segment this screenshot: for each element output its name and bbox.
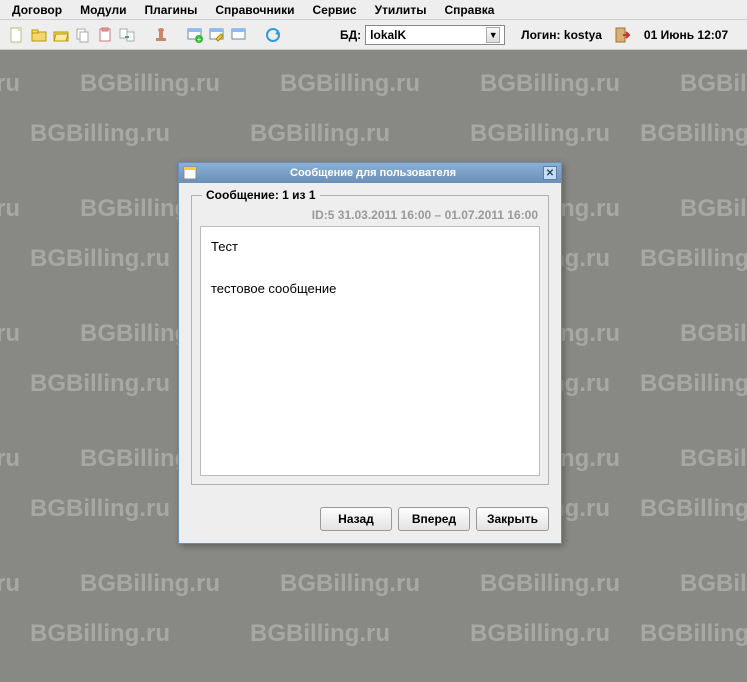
folder-open-icon[interactable] [52,26,70,44]
watermark-text: BGBilling.ru [480,570,620,598]
message-dialog: Сообщение для пользователя ✕ Сообщение: … [178,162,562,544]
new-doc-icon[interactable] [8,26,26,44]
folder-icon[interactable] [30,26,48,44]
watermark-text: BGBilling.ru [680,570,747,598]
login-label: Логин: kostya [521,28,602,42]
watermark-text: BGBilling.ru [250,120,390,148]
dropdown-arrow-icon: ▼ [486,27,500,43]
watermark-text: BGBilling.ru [470,620,610,648]
db-select-value: lokalK [370,28,406,42]
watermark-text: BGBilling.ru [30,620,170,648]
watermark-text: BGBilling.ru [0,445,20,473]
menu-directories[interactable]: Справочники [207,1,302,19]
back-button[interactable]: Назад [320,507,392,531]
watermark-text: BGBilling.ru [0,320,20,348]
watermark-text: BGBilling.ru [480,70,620,98]
refresh-icon[interactable] [264,26,282,44]
copy-icon[interactable] [74,26,92,44]
watermark-text: BGBilling.ru [680,445,747,473]
watermark-text: BGBilling.ru [640,495,747,523]
dialog-titlebar[interactable]: Сообщение для пользователя ✕ [179,163,561,183]
message-fieldset: Сообщение: 1 из 1 ID:5 31.03.2011 16:00 … [191,195,549,485]
watermark-text: BGBilling.ru [640,620,747,648]
watermark-text: BGBilling.ru [30,370,170,398]
dialog-button-row: Назад Вперед Закрыть [179,497,561,543]
toolbar: + БД: lokalK ▼ Логин: kostya 01 Июнь 12:… [0,20,747,50]
window-icon[interactable] [230,26,248,44]
workspace: BGBilling.ru BGBilling.ru BGBilling.ru BGBi… [0,50,747,682]
watermark-text: BGBilling.ru [0,570,20,598]
dialog-title: Сообщение для пользователя [203,167,543,179]
watermark-text: BGBilling.ru [470,120,610,148]
watermark-text: BGBilling.ru [0,70,20,98]
watermark-text: BGBilling.ru [680,70,747,98]
transfer-icon[interactable] [118,26,136,44]
watermark-text: BGBilling.ru [0,195,20,223]
exit-icon[interactable] [614,26,632,44]
watermark-text: BGBilling.ru [250,620,390,648]
message-subject: Тест [211,237,529,258]
dialog-close-icon[interactable]: ✕ [543,166,557,180]
watermark-text: BGBilling.ru [80,570,220,598]
menu-plugins[interactable]: Плагины [137,1,206,19]
menubar: Договор Модули Плагины Справочники Серви… [0,0,747,20]
watermark-text: BGBilling.ru [30,245,170,273]
watermark-text: BGBilling.ru [640,120,747,148]
menu-modules[interactable]: Модули [72,1,134,19]
window-edit-icon[interactable] [208,26,226,44]
menu-utilities[interactable]: Утилиты [367,1,435,19]
watermark-text: BGBilling.ru [280,570,420,598]
db-label: БД: [340,28,361,42]
menu-help[interactable]: Справка [436,1,502,19]
dialog-app-icon [183,166,197,180]
message-content: Тест тестовое сообщение [200,226,540,476]
message-counter: Сообщение: 1 из 1 [202,188,320,202]
watermark-text: BGBilling.ru [640,245,747,273]
close-button[interactable]: Закрыть [476,507,549,531]
watermark-text: BGBilling.ru [30,120,170,148]
window-add-icon[interactable]: + [186,26,204,44]
watermark-text: BGBilling.ru [680,195,747,223]
watermark-text: BGBilling.ru [680,320,747,348]
watermark-text: BGBilling.ru [30,495,170,523]
watermark-text: BGBilling.ru [80,70,220,98]
menu-contract[interactable]: Договор [4,1,70,19]
paste-icon[interactable] [96,26,114,44]
message-body: тестовое сообщение [211,279,529,300]
forward-button[interactable]: Вперед [398,507,470,531]
message-meta: ID:5 31.03.2011 16:00 – 01.07.2011 16:00 [200,208,538,222]
db-select[interactable]: lokalK ▼ [365,25,505,45]
datetime-label: 01 Июнь 12:07 [644,28,728,42]
stamp-icon[interactable] [152,26,170,44]
watermark-text: BGBilling.ru [280,70,420,98]
svg-text:+: + [197,35,202,43]
watermark-text: BGBilling.ru [640,370,747,398]
menu-service[interactable]: Сервис [304,1,364,19]
